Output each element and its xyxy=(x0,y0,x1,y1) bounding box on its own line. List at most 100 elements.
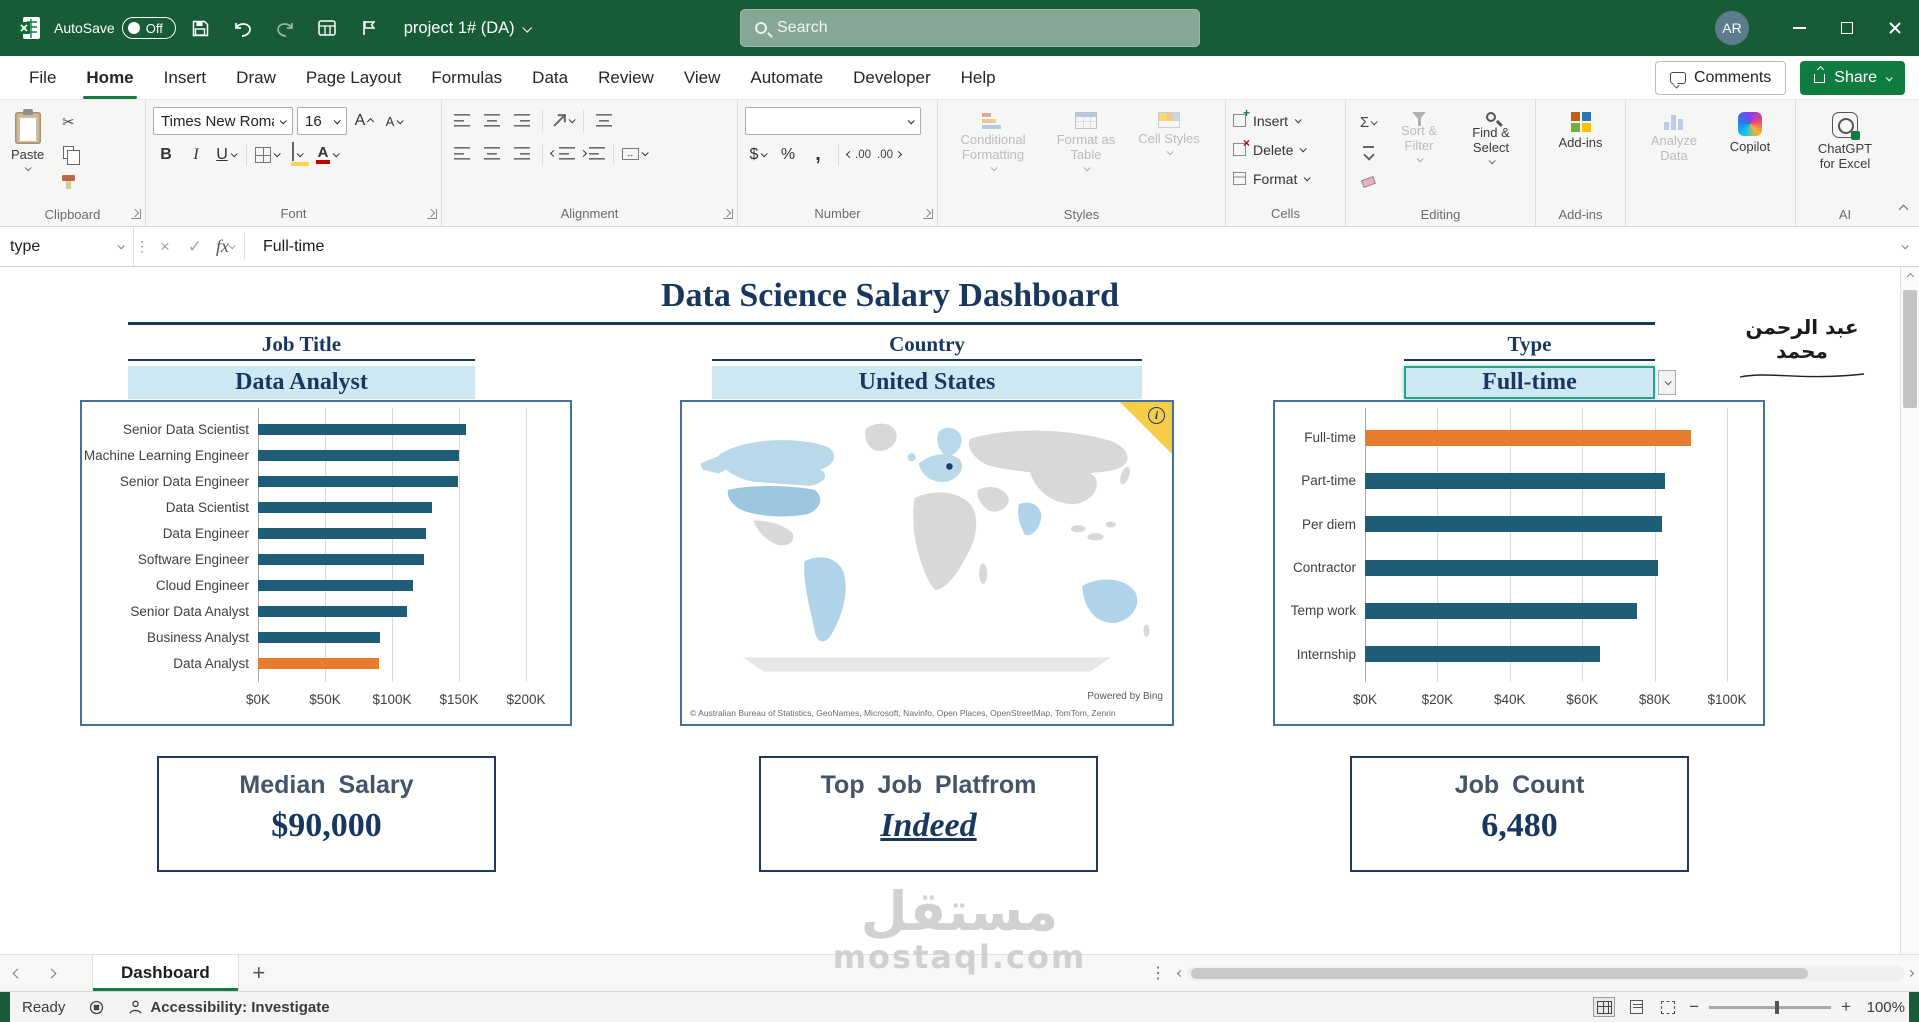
bar-senior-data-scientist[interactable] xyxy=(258,423,466,435)
zoom-level[interactable]: 100% xyxy=(1861,999,1905,1016)
ribbon-tab-draw[interactable]: Draw xyxy=(221,56,291,99)
redo-button[interactable] xyxy=(268,10,302,46)
font-name-select[interactable]: Times New Romar xyxy=(153,107,293,135)
borders-button[interactable] xyxy=(254,141,281,168)
avatar[interactable]: AR xyxy=(1715,11,1749,45)
bar-temp-work[interactable] xyxy=(1365,602,1637,619)
name-box-resize-handle[interactable]: ⋮ xyxy=(134,227,150,266)
analyze-data-button[interactable]: Analyze Data xyxy=(1633,107,1715,203)
accessibility-status[interactable]: Accessibility: Investigate xyxy=(116,992,341,1022)
bar-internship[interactable] xyxy=(1365,646,1601,663)
sheet-tab-dashboard[interactable]: Dashboard xyxy=(92,955,239,991)
decrease-indent-button[interactable] xyxy=(549,140,576,167)
bar-data-analyst[interactable] xyxy=(258,657,379,669)
page-layout-view-button[interactable] xyxy=(1625,997,1647,1017)
slicer-type[interactable]: Full-time xyxy=(1404,366,1655,399)
number-dialog-launcher[interactable] xyxy=(923,209,933,219)
decrease-decimal-button[interactable]: .00 xyxy=(876,141,903,168)
comments-button[interactable]: Comments xyxy=(1654,61,1787,95)
fill-color-button[interactable] xyxy=(284,141,310,168)
scroll-left-arrow[interactable] xyxy=(1176,969,1185,978)
page-break-view-button[interactable] xyxy=(1657,997,1679,1017)
macro-record-button[interactable] xyxy=(77,992,116,1022)
name-box[interactable]: type xyxy=(0,227,134,266)
bold-button[interactable]: B xyxy=(153,141,179,168)
formula-bar-expand-button[interactable] xyxy=(1889,227,1919,266)
cancel-entry-button[interactable]: × xyxy=(150,227,180,266)
ribbon-tab-insert[interactable]: Insert xyxy=(149,56,222,99)
table-tool-icon[interactable] xyxy=(310,10,344,46)
align-left-button[interactable] xyxy=(449,140,475,167)
vertical-scrollbar[interactable] xyxy=(1900,267,1919,954)
decrease-font-size-button[interactable]: A xyxy=(381,108,407,135)
zoom-slider[interactable] xyxy=(1709,1000,1832,1014)
format-as-table-button[interactable]: Format as Table xyxy=(1041,107,1131,203)
confirm-entry-button[interactable]: ✓ xyxy=(180,227,210,266)
undo-button[interactable] xyxy=(226,10,260,46)
font-size-select[interactable]: 16 xyxy=(297,107,347,135)
autosave-toggle[interactable]: Off xyxy=(121,17,176,39)
ribbon-tab-file[interactable]: File xyxy=(14,56,71,99)
chatgpt-for-excel-button[interactable]: ChatGPT for Excel xyxy=(1805,107,1885,203)
horizontal-scrollbar[interactable] xyxy=(1176,963,1915,984)
fill-button[interactable] xyxy=(1353,139,1383,165)
insert-cells-button[interactable]: Insert xyxy=(1233,106,1302,134)
new-sheet-button[interactable]: + xyxy=(239,955,279,991)
worksheet[interactable]: Data Science Salary Dashboard عبد الرحمن… xyxy=(0,267,1919,954)
bar-cloud-engineer[interactable] xyxy=(258,579,414,591)
increase-indent-button[interactable] xyxy=(579,140,606,167)
ribbon-tab-home[interactable]: Home xyxy=(71,56,148,99)
bar-business-analyst[interactable] xyxy=(258,631,380,643)
increase-decimal-button[interactable]: .00 xyxy=(845,141,872,168)
copilot-button[interactable]: Copilot xyxy=(1715,107,1785,203)
format-painter-button[interactable] xyxy=(53,169,83,195)
conditional-formatting-button[interactable]: Conditional Formatting xyxy=(945,107,1041,203)
cell-styles-button[interactable]: Cell Styles xyxy=(1131,107,1207,203)
collapse-ribbon-button[interactable] xyxy=(1898,200,1909,218)
bar-senior-data-engineer[interactable] xyxy=(258,475,458,487)
delete-cells-button[interactable]: Delete xyxy=(1233,136,1308,163)
scroll-up-arrow[interactable] xyxy=(1901,267,1919,286)
bar-data-scientist[interactable] xyxy=(258,501,433,513)
bar-per-diem[interactable] xyxy=(1365,516,1662,533)
align-center-button[interactable] xyxy=(479,140,505,167)
top-align-button[interactable] xyxy=(449,107,475,134)
salary-by-job-title-chart[interactable]: Senior Data Scientist Machine Learning En… xyxy=(80,400,572,726)
increase-font-size-button[interactable]: A xyxy=(351,108,377,135)
formula-input[interactable]: Full-time xyxy=(249,227,1889,266)
orientation-button[interactable] xyxy=(550,107,576,134)
info-icon[interactable]: i xyxy=(1148,407,1165,424)
zoom-out-button[interactable]: − xyxy=(1689,997,1699,1017)
vertical-scrollbar-thumb[interactable] xyxy=(1903,290,1917,408)
share-button[interactable]: Share xyxy=(1800,61,1905,95)
salary-by-type-chart[interactable]: Full-time Part-time Per diem Contractor Temp… xyxy=(1273,400,1765,726)
bar-machine-learning-engineer[interactable] xyxy=(258,449,459,461)
comma-style-button[interactable]: , xyxy=(805,141,831,168)
bar-software-engineer[interactable] xyxy=(258,553,425,565)
find-select-button[interactable]: Find & Select xyxy=(1455,107,1527,203)
bottom-align-button[interactable] xyxy=(509,107,535,134)
merge-center-button[interactable]: ↔ xyxy=(621,140,649,167)
minimize-button[interactable] xyxy=(1775,0,1823,56)
percent-style-button[interactable]: % xyxy=(775,141,801,168)
close-button[interactable] xyxy=(1871,0,1919,56)
slicer-type-dropdown-button[interactable] xyxy=(1658,370,1676,395)
clipboard-dialog-launcher[interactable] xyxy=(131,209,141,219)
italic-button[interactable]: I xyxy=(183,141,209,168)
clear-button[interactable] xyxy=(1353,169,1383,195)
ribbon-tab-developer[interactable]: Developer xyxy=(838,56,946,99)
align-right-button[interactable] xyxy=(509,140,535,167)
workbook-title[interactable]: project 1# (DA) xyxy=(404,19,532,38)
country-map-chart[interactable]: i Powered by Bing © Australian Bureau of… xyxy=(680,400,1174,726)
middle-align-button[interactable] xyxy=(479,107,505,134)
normal-view-button[interactable] xyxy=(1593,997,1616,1017)
autosum-button[interactable]: Σ xyxy=(1353,109,1383,135)
paste-button[interactable]: Paste xyxy=(7,107,48,203)
save-button[interactable] xyxy=(184,10,218,46)
top-job-platform-card[interactable]: Top Job Platfrom Indeed xyxy=(759,756,1098,872)
accounting-format-button[interactable]: $ xyxy=(745,141,771,168)
median-salary-card[interactable]: Median Salary $90,000 xyxy=(157,756,496,872)
ribbon-tab-page-layout[interactable]: Page Layout xyxy=(291,56,416,99)
font-dialog-launcher[interactable] xyxy=(427,209,437,219)
addins-button[interactable]: Add-ins xyxy=(1545,107,1617,203)
